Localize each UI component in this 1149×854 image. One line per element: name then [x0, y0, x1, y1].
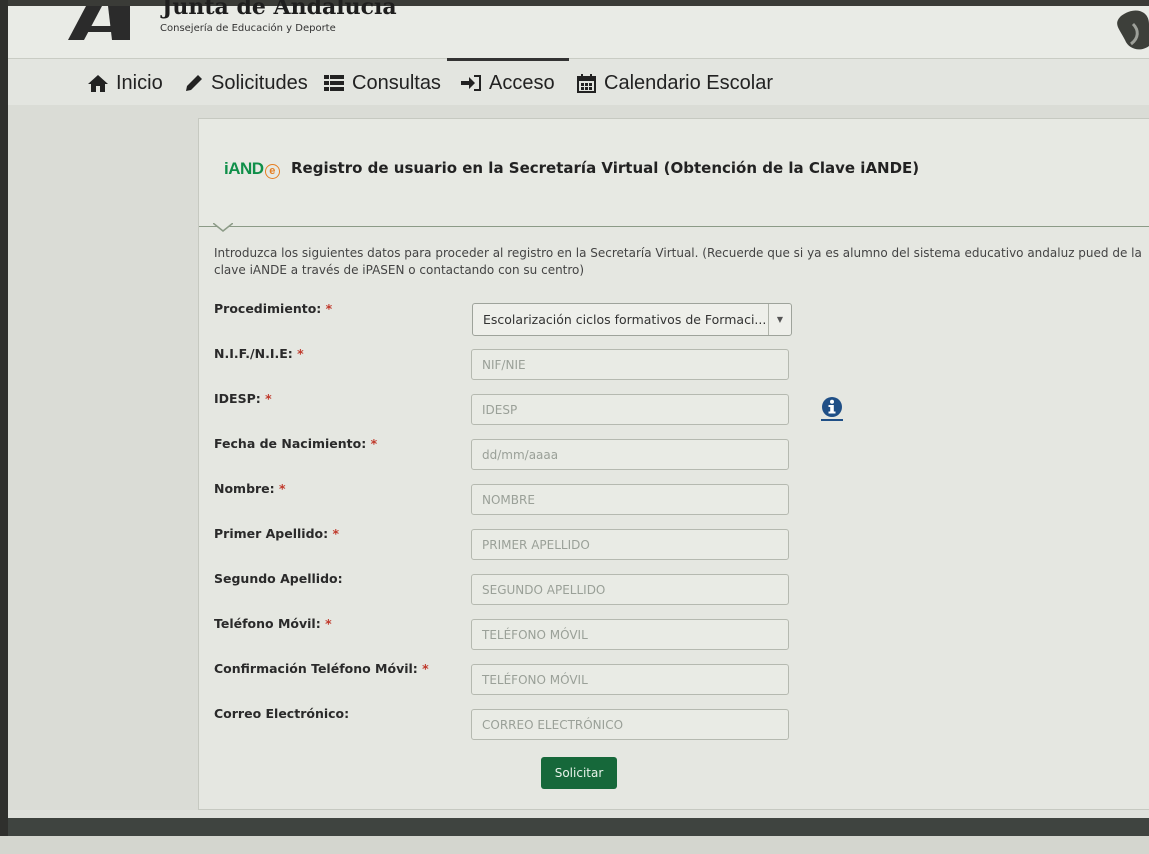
correo-label: Correo Electrónico: — [214, 706, 349, 721]
placeholder: SEGUNDO APELLIDO — [482, 582, 606, 597]
nav-label: Solicitudes — [211, 71, 308, 94]
nav-label: Calendario Escolar — [604, 71, 773, 94]
home-icon — [88, 74, 108, 92]
nav-item-inicio[interactable]: Inicio — [88, 69, 163, 97]
site-header: Junta de Andalucía Consejería de Educaci… — [8, 0, 1149, 58]
required-mark: * — [325, 301, 333, 316]
info-icon[interactable] — [821, 397, 843, 421]
photo-frame-left — [0, 0, 8, 854]
label-text: Fecha de Nacimiento: — [214, 436, 367, 451]
placeholder: PRIMER APELLIDO — [482, 537, 590, 552]
label-text: N.I.F./N.I.E: — [214, 346, 293, 361]
brand-subtitle: Consejería de Educación y Deporte — [160, 23, 336, 34]
required-mark: * — [332, 526, 340, 541]
main-nav: Inicio Solicitudes Consultas Acceso Cale… — [8, 58, 1149, 106]
registration-panel: iAND e Registro de usuario en la Secretar… — [198, 118, 1149, 810]
sign-in-icon — [461, 75, 481, 91]
caret-down-icon — [213, 223, 233, 232]
procedimiento-select[interactable]: Escolarización ciclos formativos de Form… — [472, 303, 792, 336]
panel-header: iAND e Registro de usuario en la Secretar… — [199, 119, 1149, 227]
footer-bar — [8, 818, 1149, 836]
idesp-input[interactable]: IDESP — [471, 394, 789, 425]
label-text: Nombre: — [214, 481, 275, 496]
placeholder: CORREO ELECTRÓNICO — [482, 717, 624, 732]
iande-logo-text: iAND — [224, 159, 264, 178]
segundo-apellido-label: Segundo Apellido: — [214, 571, 343, 586]
nav-item-consultas[interactable]: Consultas — [324, 69, 441, 97]
taskbar-strip — [0, 836, 1149, 854]
pencil-icon — [186, 75, 202, 91]
label-text: Teléfono Móvil: — [214, 616, 321, 631]
placeholder: NOMBRE — [482, 492, 535, 507]
junta-logo-icon — [68, 6, 130, 40]
label-text: Procedimiento: — [214, 301, 322, 316]
solicitar-button[interactable]: Solicitar — [541, 757, 617, 789]
label-text: IDESP: — [214, 391, 261, 406]
decorative-icon — [1117, 10, 1149, 50]
idesp-label: IDESP: * — [214, 391, 272, 406]
select-value: Escolarización ciclos formativos de Form… — [483, 312, 767, 327]
placeholder: IDESP — [482, 402, 518, 417]
label-text: Primer Apellido: — [214, 526, 329, 541]
segundo-apellido-input[interactable]: SEGUNDO APELLIDO — [471, 574, 789, 605]
fecha-nacimiento-label: Fecha de Nacimiento: * — [214, 436, 377, 451]
nif-input[interactable]: NIF/NIE — [471, 349, 789, 380]
label-text: Confirmación Teléfono Móvil: — [214, 661, 418, 676]
intro-text: Introduzca los siguientes datos para pro… — [214, 246, 1142, 277]
required-mark: * — [325, 616, 332, 631]
primer-apellido-input[interactable]: PRIMER APELLIDO — [471, 529, 789, 560]
required-mark: * — [279, 481, 286, 496]
nombre-input[interactable]: NOMBRE — [471, 484, 789, 515]
nav-label: Inicio — [116, 71, 163, 94]
telefono-movil-label: Teléfono Móvil: * — [214, 616, 332, 631]
iande-logo-e: e — [264, 164, 280, 179]
nombre-label: Nombre: * — [214, 481, 286, 496]
nav-item-solicitudes[interactable]: Solicitudes — [185, 69, 308, 97]
label-text: Segundo Apellido: — [214, 571, 343, 586]
required-mark: * — [297, 346, 304, 361]
placeholder: NIF/NIE — [482, 357, 526, 372]
iande-logo: iAND e — [224, 159, 280, 179]
nav-item-acceso[interactable]: Acceso — [447, 58, 569, 97]
fecha-nacimiento-input[interactable]: dd/mm/aaaa — [471, 439, 789, 470]
telefono-movil-input[interactable]: TELÉFONO MÓVIL — [471, 619, 789, 650]
primer-apellido-label: Primer Apellido: * — [214, 526, 339, 541]
procedimiento-label: Procedimiento: * — [214, 301, 332, 316]
placeholder: dd/mm/aaaa — [482, 447, 559, 462]
brand-title[interactable]: Junta de Andalucía — [162, 0, 397, 20]
required-mark: * — [265, 391, 272, 406]
nif-label: N.I.F./N.I.E: * — [214, 346, 304, 361]
correo-input[interactable]: CORREO ELECTRÓNICO — [471, 709, 789, 740]
chevron-down-icon[interactable]: ▼ — [768, 304, 791, 335]
nav-item-calendario[interactable]: Calendario Escolar — [577, 69, 773, 97]
calendar-icon — [577, 73, 596, 93]
confirmacion-movil-input[interactable]: TELÉFONO MÓVIL — [471, 664, 789, 695]
confirmacion-movil-label: Confirmación Teléfono Móvil: * — [214, 661, 429, 676]
panel-title: Registro de usuario en la Secretaría Vir… — [291, 159, 920, 177]
required-mark: * — [370, 436, 378, 451]
label-text: Correo Electrónico: — [214, 706, 350, 721]
nav-label: Acceso — [489, 71, 555, 94]
nav-label: Consultas — [352, 71, 441, 94]
placeholder: TELÉFONO MÓVIL — [482, 672, 588, 687]
required-mark: * — [422, 661, 429, 676]
placeholder: TELÉFONO MÓVIL — [482, 627, 588, 642]
list-icon — [324, 75, 344, 91]
